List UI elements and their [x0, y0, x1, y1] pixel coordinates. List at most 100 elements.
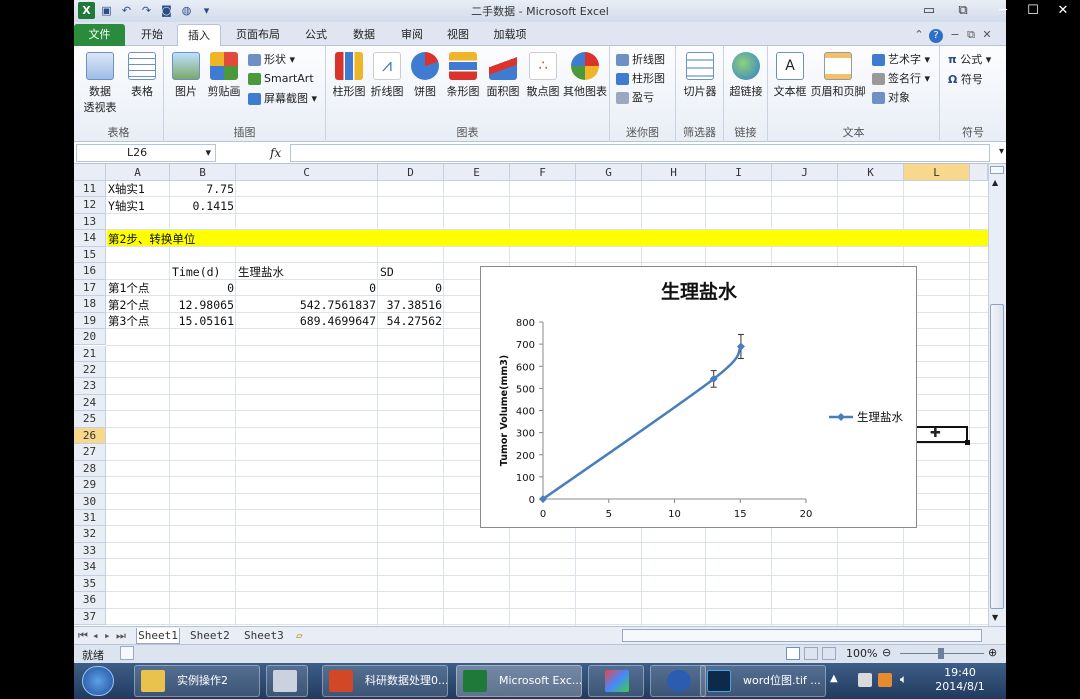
cell-c19[interactable]: 689.4699647	[236, 313, 376, 329]
tab-insert[interactable]: 插入	[177, 24, 221, 46]
page-break-view-icon[interactable]	[822, 647, 836, 660]
cell-c17[interactable]: 0	[236, 280, 376, 296]
workbook-minimize-icon[interactable]: −	[948, 24, 962, 46]
tab-review[interactable]: 审阅	[390, 24, 434, 46]
cell-b19[interactable]: 15.05161	[170, 313, 234, 329]
zoom-in-icon[interactable]: ⊕	[988, 646, 997, 659]
cell-a19[interactable]: 第3个点	[108, 313, 149, 329]
taskbar-item-active[interactable]: Microsoft Exc...	[456, 665, 582, 697]
column-header[interactable]: D	[378, 164, 444, 181]
sparkline-column-button[interactable]: 柱形图	[616, 71, 665, 87]
textbox-button[interactable]: A 文本框	[772, 52, 808, 99]
cell-b12[interactable]: 0.1415	[170, 198, 234, 214]
row-header[interactable]: 26	[74, 427, 106, 445]
workbook-close-icon[interactable]: ✕	[980, 24, 994, 46]
sheet-tab-active[interactable]: Sheet1	[136, 628, 180, 644]
wordart-button[interactable]: 艺术字 ▾	[872, 52, 930, 68]
sheet-nav-next-icon[interactable]: ▸	[104, 628, 111, 644]
tab-formulas[interactable]: 公式	[294, 24, 338, 46]
table-button[interactable]: 表格	[124, 52, 160, 99]
taskbar-item[interactable]: word位图.tif ...	[700, 665, 826, 697]
column-header[interactable]: F	[510, 164, 576, 181]
column-header[interactable]: J	[772, 164, 838, 181]
row-header[interactable]: 21	[74, 345, 106, 362]
cell-c16[interactable]: 生理盐水	[238, 264, 284, 280]
column-header-selected[interactable]: L	[904, 164, 970, 181]
bar-chart-button[interactable]: 条形图	[444, 52, 482, 99]
line-chart-button[interactable]: ⩘ 折线图	[368, 52, 406, 99]
cell-c18[interactable]: 542.7561837	[236, 297, 376, 313]
ribbon-minimize-icon[interactable]: ▭	[910, 0, 948, 22]
row-header[interactable]: 20	[74, 329, 106, 346]
tab-home[interactable]: 开始	[130, 24, 174, 46]
row-header[interactable]: 36	[74, 592, 106, 609]
other-charts-button[interactable]: 其他图表	[562, 52, 608, 99]
cell-b18[interactable]: 12.98065	[170, 297, 234, 313]
picture-button[interactable]: 图片	[168, 52, 204, 99]
cell-a18[interactable]: 第2个点	[108, 297, 149, 313]
tray-icon[interactable]	[858, 673, 872, 687]
sheet-nav-first-icon[interactable]: ⏮	[78, 628, 88, 644]
zoom-out-icon[interactable]: ⊖	[882, 646, 891, 659]
sheet-tab[interactable]: Sheet2	[190, 628, 230, 644]
spreadsheet-grid[interactable]: A B C D E F G H I J K L 11 12 13 14 15 16 17 18…	[74, 164, 988, 626]
cell-b17[interactable]: 0	[170, 280, 234, 296]
split-box[interactable]	[990, 166, 1004, 174]
help-icon[interactable]: ?	[928, 24, 944, 46]
vertical-scrollbar[interactable]: ▲ ▼	[988, 164, 1006, 626]
tab-page-layout[interactable]: 页面布局	[230, 24, 286, 46]
row-header[interactable]: 27	[74, 444, 106, 461]
formula-input[interactable]	[290, 144, 990, 162]
restore-window-icon[interactable]: ⧉	[944, 0, 982, 22]
column-header[interactable]: K	[838, 164, 904, 181]
taskbar-item[interactable]	[266, 665, 308, 697]
select-all-corner[interactable]	[74, 164, 106, 181]
hyperlink-button[interactable]: 超链接	[726, 52, 766, 99]
tab-addins[interactable]: 加载项	[484, 24, 536, 46]
area-chart-button[interactable]: 面积图	[484, 52, 522, 99]
row-header[interactable]: 17	[74, 279, 106, 297]
cell-a12[interactable]: Y轴实1	[108, 198, 145, 214]
expand-formula-bar-icon[interactable]: ▾	[999, 146, 1004, 157]
macro-record-icon[interactable]	[120, 646, 134, 660]
horizontal-scrollbar[interactable]	[622, 629, 982, 642]
row-header[interactable]: 33	[74, 542, 106, 560]
row-header[interactable]: 35	[74, 575, 106, 593]
header-footer-button[interactable]: 页眉和页脚	[810, 52, 866, 99]
tab-data[interactable]: 数据	[342, 24, 386, 46]
row-header[interactable]: 22	[74, 361, 106, 379]
column-header[interactable]: I	[706, 164, 772, 181]
sheet-nav-prev-icon[interactable]: ◂	[92, 628, 99, 644]
row-header[interactable]: 23	[74, 378, 106, 395]
start-button[interactable]	[82, 666, 114, 696]
scatter-chart-button[interactable]: ∴ 散点图	[524, 52, 562, 99]
row-header[interactable]: 28	[74, 460, 106, 478]
column-header[interactable]: E	[444, 164, 510, 181]
sparkline-line-button[interactable]: 折线图	[616, 52, 665, 68]
scroll-up-icon[interactable]: ▲	[992, 178, 998, 187]
tray-icon[interactable]	[878, 673, 892, 687]
row-header[interactable]: 15	[74, 246, 106, 264]
zoom-level[interactable]: 100%	[846, 647, 877, 660]
tray-expand-icon[interactable]: ▲	[830, 673, 838, 684]
insert-function-icon[interactable]: fx	[270, 144, 290, 162]
column-header[interactable]	[970, 164, 988, 181]
row-header[interactable]: 32	[74, 526, 106, 543]
slicer-button[interactable]: 切片器	[680, 52, 720, 99]
cell-d18[interactable]: 37.38516	[378, 297, 442, 313]
cell-d17[interactable]: 0	[378, 280, 442, 296]
cell-a14[interactable]: 第2步、转换单位	[108, 231, 195, 247]
cell-b16[interactable]: Time(d)	[172, 264, 220, 280]
workbook-restore-icon[interactable]: ⧉	[964, 24, 978, 46]
zoom-slider-thumb[interactable]	[938, 648, 944, 659]
page-layout-view-icon[interactable]	[804, 647, 818, 660]
sheet-tab[interactable]: Sheet3	[244, 628, 284, 644]
row-header[interactable]: 37	[74, 608, 106, 626]
scroll-down-icon[interactable]: ▼	[992, 613, 998, 622]
row-header[interactable]: 31	[74, 510, 106, 527]
close-button[interactable]: ✕	[1044, 0, 1080, 22]
chevron-down-icon[interactable]: ▾	[205, 145, 211, 161]
screenshot-button[interactable]: 屏幕截图 ▾	[248, 91, 317, 107]
object-button[interactable]: 对象	[872, 90, 910, 106]
taskbar-item[interactable]: 实例操作2	[134, 665, 260, 697]
